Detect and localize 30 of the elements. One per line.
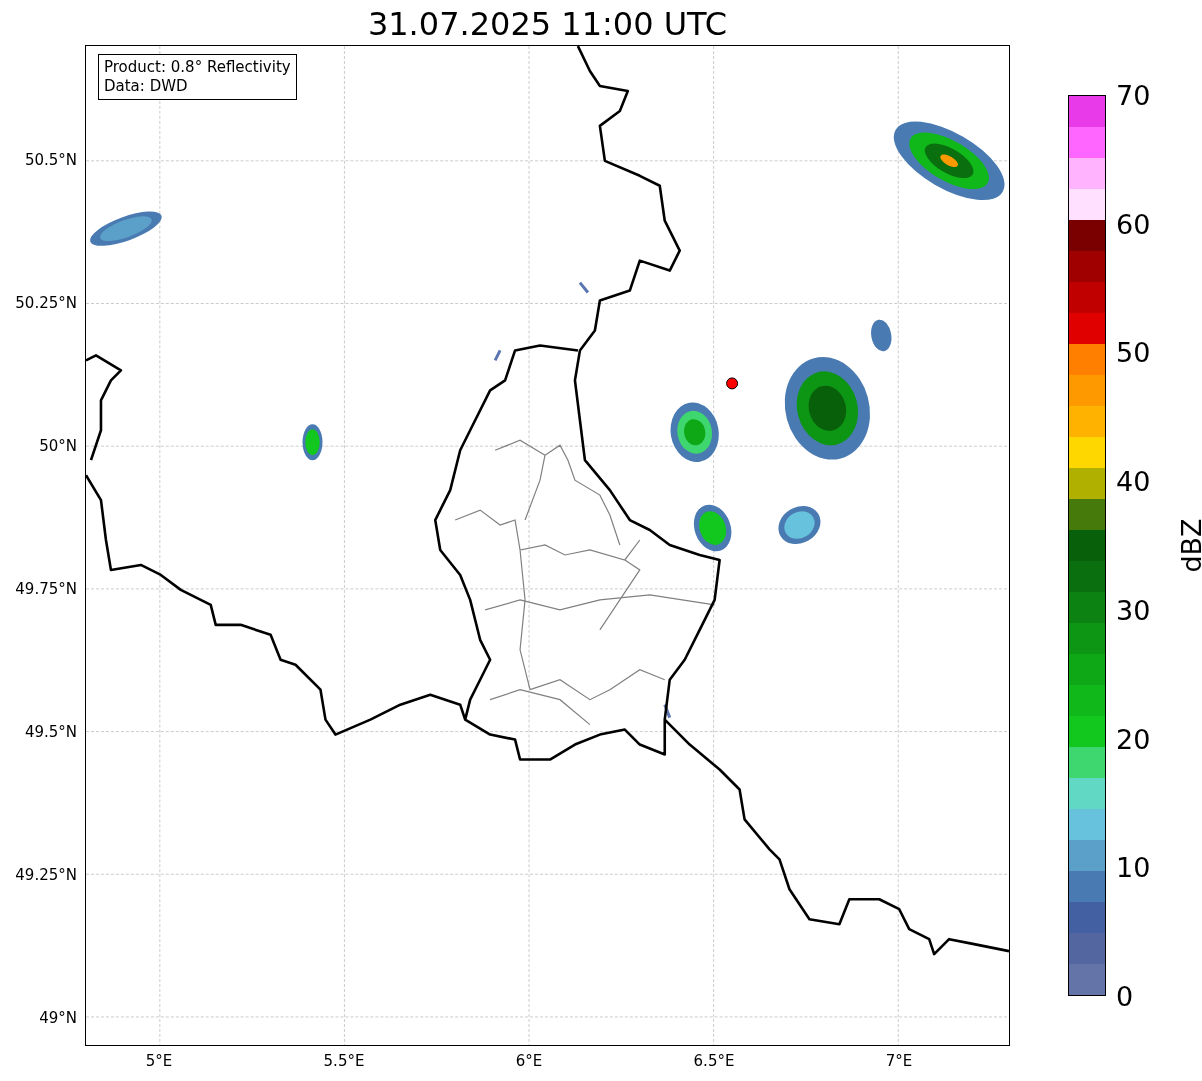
axis-tick-label: 49.5°N (24, 722, 77, 741)
colorbar-tick-label: 60 (1116, 208, 1151, 240)
location-marker (726, 377, 739, 390)
axis-tick-label: 5.5°E (323, 1052, 365, 1070)
colorbar-tick-label: 10 (1116, 851, 1151, 883)
precipitation-echo (670, 402, 719, 462)
precipitation-echo (302, 424, 323, 461)
plot-title: 31.07.2025 11:00 UTC (367, 5, 728, 43)
axis-tick-label: 6°E (515, 1052, 543, 1070)
info-box: Product: 0.8° Reflectivity Data: DWD (98, 54, 297, 100)
colorbar-tick-label: 40 (1116, 465, 1151, 497)
axis-tick-label: 49.25°N (15, 865, 77, 884)
axis-tick-label: 6.5°E (693, 1052, 735, 1070)
colorbar-tick-label: 30 (1116, 594, 1151, 626)
precipitation-echo (693, 504, 732, 552)
precipitation-echo (778, 506, 821, 545)
precipitation-echo (871, 319, 892, 352)
axis-tick-label: 5°E (145, 1052, 173, 1070)
precipitation-echo (90, 211, 162, 246)
colorbar-tick-label: 20 (1116, 723, 1151, 755)
colorbar-tick-label: 0 (1116, 980, 1134, 1012)
axis-tick-label: 50.5°N (24, 150, 77, 169)
colorbar-label: dBZ (1175, 518, 1202, 573)
axis-tick-label: 50.25°N (15, 293, 77, 312)
colorbar-tick-label: 50 (1116, 336, 1151, 368)
colorbar-tick-label: 70 (1116, 79, 1151, 111)
axis-tick-label: 50°N (39, 436, 77, 455)
axis-tick-label: 7°E (885, 1052, 913, 1070)
axis-tick-label: 49°N (39, 1008, 77, 1027)
axis-tick-label: 49.75°N (15, 579, 77, 598)
